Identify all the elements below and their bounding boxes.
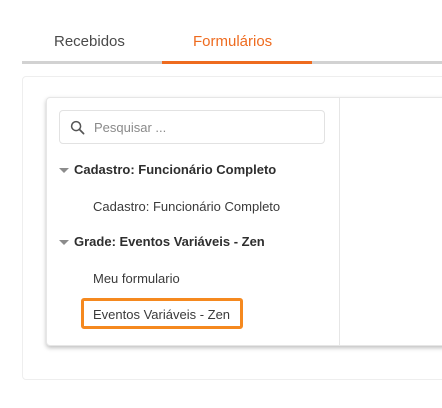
- forms-tree-card: Pesquisar ... Cadastro: Funcionário Comp…: [46, 97, 442, 346]
- search-icon: [70, 120, 85, 135]
- tab-received[interactable]: Recebidos: [54, 33, 125, 51]
- search-placeholder: Pesquisar ...: [94, 120, 167, 135]
- highlight-box: [81, 298, 243, 329]
- active-tab-indicator: [162, 61, 312, 64]
- tree-item-meu-formulario[interactable]: Meu formulario: [93, 271, 180, 287]
- tab-forms[interactable]: Formulários: [193, 33, 272, 51]
- forms-page: Recebidos Formulários Pesquisar ... Cada…: [0, 0, 442, 408]
- chevron-down-icon[interactable]: [59, 240, 69, 245]
- tree-group-label: Cadastro: Funcionário Completo: [74, 162, 277, 177]
- card-divider: [339, 98, 340, 345]
- search-input[interactable]: Pesquisar ...: [59, 110, 325, 144]
- tree-group-label: Grade: Eventos Variáveis - Zen: [74, 234, 265, 249]
- tree-item-cadastro-funcionario[interactable]: Cadastro: Funcionário Completo: [93, 199, 280, 215]
- tab-bar: Recebidos Formulários: [22, 20, 442, 65]
- chevron-down-icon[interactable]: [59, 168, 69, 173]
